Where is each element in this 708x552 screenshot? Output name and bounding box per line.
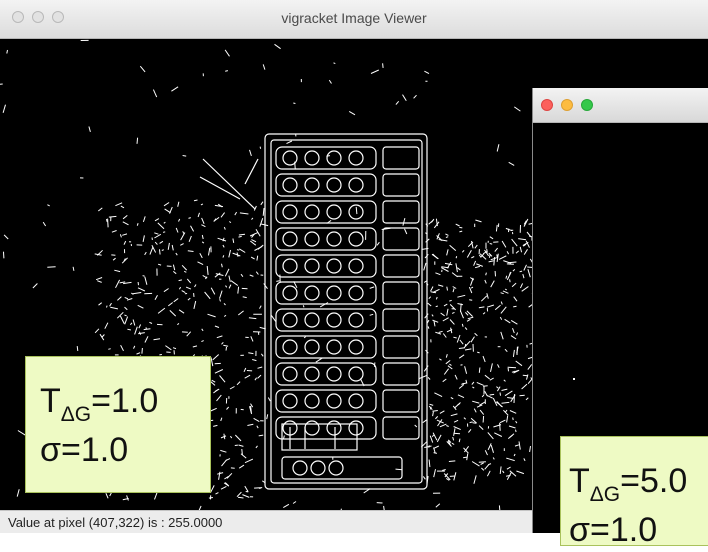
zoom-button-icon[interactable] xyxy=(581,99,593,111)
threshold-value: =1.0 xyxy=(91,382,158,420)
main-window-title: vigracket Image Viewer xyxy=(0,10,708,26)
threshold-overlay-main: TΔG=1.0 σ=1.0 xyxy=(25,356,211,493)
sigma-label-second: σ=1.0 xyxy=(569,508,708,552)
second-window-titlebar[interactable] xyxy=(533,88,708,123)
threshold-symbol: T xyxy=(569,462,590,500)
machine-outline xyxy=(265,134,427,489)
threshold-label-main: TΔG=1.0 xyxy=(40,379,210,428)
minimize-button-icon[interactable] xyxy=(561,99,573,111)
threshold-value: =5.0 xyxy=(620,462,687,500)
pixel-value-statusbar: Value at pixel (407,322) is : 255.0000 xyxy=(0,510,532,533)
main-window-titlebar[interactable]: vigracket Image Viewer xyxy=(0,0,708,39)
vending-machine-edges xyxy=(200,134,427,489)
threshold-subscript: ΔG xyxy=(590,483,620,506)
threshold-symbol: T xyxy=(40,382,61,420)
threshold-overlay-second: TΔG=5.0 σ=1.0 xyxy=(560,436,708,546)
button-rows xyxy=(276,147,419,439)
sigma-label-main: σ=1.0 xyxy=(40,428,210,472)
threshold-label-second: TΔG=5.0 xyxy=(569,459,708,508)
coin-area xyxy=(282,457,402,479)
threshold-subscript: ΔG xyxy=(61,403,91,426)
close-button-icon[interactable] xyxy=(541,99,553,111)
